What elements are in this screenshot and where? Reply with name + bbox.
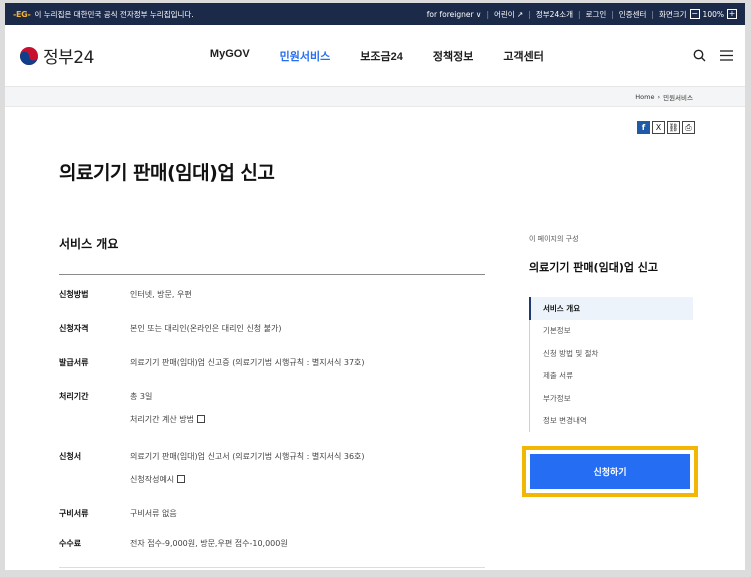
link-cert-center[interactable]: 인증센터 <box>619 9 647 20</box>
toc-item-basic-info[interactable]: 기본정보 <box>529 319 693 342</box>
table-divider <box>59 567 485 568</box>
table-row: 신청방법 인터넷, 방문, 우편 <box>59 289 485 323</box>
row-value: 인터넷, 방문, 우편 <box>130 290 192 299</box>
link-kids[interactable]: 어린이 ↗ <box>494 9 523 20</box>
row-label: 수수료 <box>59 539 82 548</box>
search-icon[interactable] <box>693 49 706 62</box>
row-value: 본인 또는 대리인(온라인은 대리인 신청 불가) <box>130 324 282 333</box>
table-row: 발급서류 의료기기 판매(임대)업 신고증 (의료기기법 시행규칙 : 별지서식… <box>59 357 485 391</box>
table-row: 신청서 의료기기 판매(임대)업 신고서 (의료기기법 시행규칙 : 별지서식 … <box>59 451 485 508</box>
row-label: 처리기간 <box>59 392 89 401</box>
toc-item-procedure[interactable]: 신청 방법 및 절차 <box>529 342 693 365</box>
row-value: 전자 접수-9,000원, 방문,우편 접수-10,000원 <box>130 539 288 548</box>
toc-title: 의료기기 판매(임대)업 신고 <box>529 261 659 274</box>
browser-viewport: -EG- 이 누리집은 대한민국 공식 전자정부 누리집입니다. for for… <box>5 3 745 570</box>
breadcrumb-home[interactable]: Home <box>635 93 654 101</box>
toc-caption: 이 페이지의 구성 <box>529 235 579 243</box>
section-divider <box>59 274 485 275</box>
table-row: 신청자격 본인 또는 대리인(온라인은 대리인 신청 불가) <box>59 323 485 357</box>
nav-policy-info[interactable]: 정책정보 <box>433 48 473 64</box>
copy-icon <box>196 415 205 423</box>
main-nav: MyGOV 민원서비스 보조금24 정책정보 고객센터 <box>210 48 544 64</box>
toc-item-change-history[interactable]: 정보 변경내역 <box>529 409 693 432</box>
zoom-control: 화면크기 − 100% + <box>659 9 737 20</box>
row-label: 신청자격 <box>59 324 89 333</box>
toc-item-documents[interactable]: 제출 서류 <box>529 364 693 387</box>
zoom-out-button[interactable]: − <box>689 9 700 19</box>
gov-notice: -EG- 이 누리집은 대한민국 공식 전자정부 누리집입니다. <box>13 9 194 20</box>
row-label: 구비서류 <box>59 509 89 518</box>
utility-links: for foreigner ∨ | 어린이 ↗ | 정부24소개 | 로그인 |… <box>426 9 737 20</box>
row-label: 신청서 <box>59 452 82 461</box>
logo-text: 정부24 <box>43 48 94 68</box>
facebook-icon[interactable]: f <box>637 121 650 134</box>
chevron-right-icon: › <box>657 92 661 101</box>
nav-subsidy[interactable]: 보조금24 <box>360 48 403 64</box>
link-icon[interactable]: ⛓ <box>667 121 680 134</box>
site-logo[interactable]: 정부24 <box>19 43 94 68</box>
table-row: 구비서류 구비서류 없음 <box>59 508 485 538</box>
share-toolbar: f X ⛓ ⎙ <box>637 121 695 134</box>
eg-badge: -EG- <box>13 9 31 19</box>
print-icon[interactable]: ⎙ <box>682 121 695 134</box>
processing-calc-link[interactable]: 처리기간 계산 방법 <box>130 414 485 425</box>
taegeuk-logo-icon <box>20 46 38 65</box>
zoom-value: 100% <box>702 9 724 19</box>
row-value: 의료기기 판매(임대)업 신고증 (의료기기법 시행규칙 : 별지서식 37호) <box>130 358 365 367</box>
gov-notice-text: 이 누리집은 대한민국 공식 전자정부 누리집입니다. <box>34 9 194 19</box>
row-value: 구비서류 없음 <box>130 509 177 518</box>
nav-customer-center[interactable]: 고객센터 <box>503 48 543 64</box>
zoom-label: 화면크기 <box>658 9 687 19</box>
menu-icon[interactable] <box>720 50 733 61</box>
application-example-link[interactable]: 신청작성예시 <box>130 474 485 485</box>
row-value: 총 3일 처리기간 계산 방법 <box>130 391 485 451</box>
table-row: 처리기간 총 3일 처리기간 계산 방법 <box>59 391 485 451</box>
link-about[interactable]: 정부24소개 <box>536 9 573 20</box>
apply-button[interactable]: 신청하기 <box>530 454 690 489</box>
toc-item-overview[interactable]: 서비스 개요 <box>529 297 693 320</box>
zoom-in-button[interactable]: + <box>727 9 737 19</box>
breadcrumb-current[interactable]: 민원서비스 <box>663 92 693 102</box>
row-value: 의료기기 판매(임대)업 신고서 (의료기기법 시행규칙 : 별지서식 36호)… <box>130 451 485 508</box>
apply-highlight: 신청하기 <box>522 446 698 497</box>
external-link-icon <box>177 475 186 483</box>
link-foreigner[interactable]: for foreigner ∨ <box>427 10 482 19</box>
section-title: 서비스 개요 <box>59 237 119 251</box>
gov-banner: -EG- 이 누리집은 대한민국 공식 전자정부 누리집입니다. for for… <box>5 3 745 25</box>
table-row: 수수료 전자 접수-9,000원, 방문,우편 접수-10,000원 <box>59 538 485 562</box>
page-toc: 서비스 개요 기본정보 신청 방법 및 절차 제출 서류 부가정보 정보 변경내… <box>529 297 693 432</box>
breadcrumb: Home › 민원서비스 <box>5 87 745 107</box>
page-title: 의료기기 판매(임대)업 신고 <box>59 162 275 184</box>
nav-civil-service[interactable]: 민원서비스 <box>280 48 331 64</box>
row-label: 신청방법 <box>59 290 89 299</box>
row-label: 발급서류 <box>59 358 89 367</box>
link-login[interactable]: 로그인 <box>586 9 607 20</box>
toc-item-additional-info[interactable]: 부가정보 <box>529 387 693 410</box>
nav-mygov[interactable]: MyGOV <box>210 48 250 64</box>
header-actions <box>693 49 733 62</box>
site-header: 정부24 MyGOV 민원서비스 보조금24 정책정보 고객센터 <box>5 25 745 87</box>
service-overview-table: 신청방법 인터넷, 방문, 우편 신청자격 본인 또는 대리인(온라인은 대리인… <box>59 289 485 562</box>
x-icon[interactable]: X <box>652 121 665 134</box>
